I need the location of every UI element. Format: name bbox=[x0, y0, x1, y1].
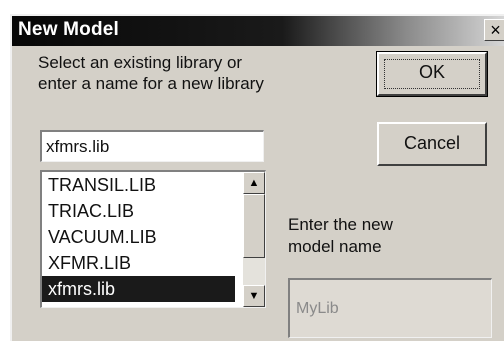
arrow-up-icon: ▲ bbox=[248, 177, 260, 189]
scroll-thumb[interactable] bbox=[243, 194, 265, 258]
list-item[interactable]: VACUUM.LIB bbox=[42, 224, 235, 250]
library-name-input[interactable] bbox=[40, 130, 264, 162]
list-item[interactable]: TRANSIL.LIB bbox=[42, 172, 235, 198]
focus-rectangle bbox=[384, 59, 480, 89]
list-item[interactable]: TRIAC.LIB bbox=[42, 198, 235, 224]
scroll-down-button[interactable]: ▼ bbox=[243, 285, 265, 307]
dialog-title: New Model bbox=[18, 19, 120, 40]
close-icon: × bbox=[490, 20, 501, 40]
library-listbox[interactable]: TRANSIL.LIB TRIAC.LIB VACUUM.LIB XFMR.LI… bbox=[40, 170, 266, 308]
close-button[interactable]: × bbox=[484, 19, 504, 41]
cancel-button[interactable]: Cancel bbox=[377, 122, 487, 166]
model-name-input[interactable] bbox=[288, 278, 492, 338]
listbox-scrollbar[interactable]: ▲ ▼ bbox=[243, 172, 265, 307]
list-item[interactable]: XFMR.LIB bbox=[42, 250, 235, 276]
list-item-selected[interactable]: xfmrs.lib bbox=[42, 276, 235, 302]
cancel-button-label: Cancel bbox=[403, 133, 461, 153]
library-prompt: Select an existing library or enter a na… bbox=[38, 53, 264, 93]
ok-button[interactable]: OK bbox=[376, 51, 488, 97]
new-model-dialog: New Model × Select an existing library o… bbox=[10, 14, 504, 341]
title-bar[interactable]: New Model × bbox=[12, 16, 504, 46]
scroll-up-button[interactable]: ▲ bbox=[243, 172, 265, 194]
model-name-label: Enter the new model name bbox=[288, 215, 393, 256]
arrow-down-icon: ▼ bbox=[248, 290, 260, 302]
